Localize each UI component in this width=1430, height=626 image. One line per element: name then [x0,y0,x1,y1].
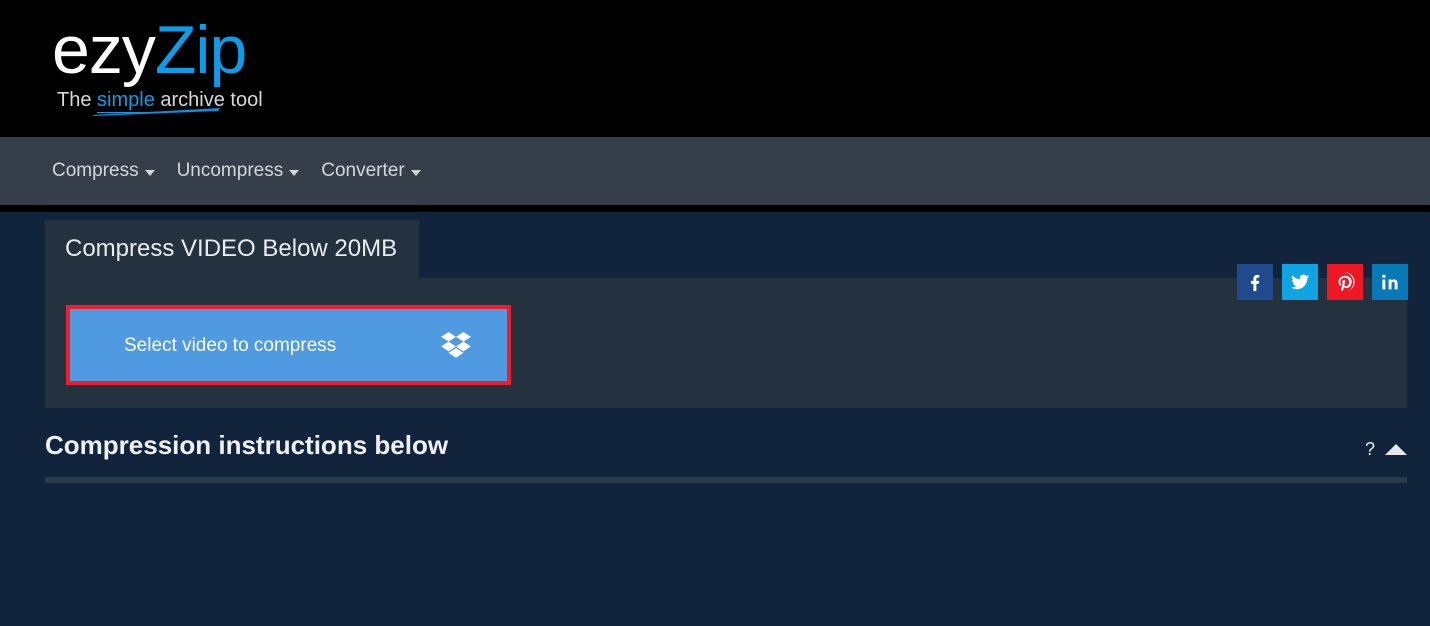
chevron-down-icon [144,169,155,176]
select-video-button-label: Select video to compress [124,334,337,356]
share-pinterest-button[interactable] [1327,264,1363,300]
nav-item-converter[interactable]: Converter [321,160,421,182]
linkedin-icon [1382,274,1398,290]
pinterest-icon [1335,272,1355,293]
nav-item-uncompress[interactable]: Uncompress [177,160,300,182]
tagline-suffix: archive tool [154,89,263,111]
dropbox-icon[interactable] [441,332,471,358]
site-tagline: The simple archive tool [57,88,263,113]
site-logo[interactable]: ezyZip [52,10,247,90]
compress-card: Compress VIDEO Below 20MB Select video t… [45,220,1407,408]
chevron-down-icon [289,169,300,176]
instructions-header: Compression instructions below ? [45,430,1407,461]
main-navbar: Compress Uncompress Converter [0,137,1430,205]
tab-compress-video-label: Compress VIDEO Below 20MB [65,235,398,262]
compress-card-body: Select video to compress [45,278,1407,408]
instructions-controls: ? [1365,440,1407,461]
share-twitter-button[interactable] [1282,264,1318,300]
page-body: Compress VIDEO Below 20MB Select video t… [0,212,1430,626]
tagline-accent: simple [97,89,155,113]
tagline-prefix: The [57,89,98,111]
site-header: ezyZip The simple archive tool [0,0,1430,137]
instructions-title: Compression instructions below [45,430,449,460]
chevron-down-icon [410,169,421,176]
social-share-bar [1237,264,1408,300]
share-linkedin-button[interactable] [1372,264,1408,300]
nav-item-compress[interactable]: Compress [52,160,155,182]
logo-text-primary: ezy [52,12,156,88]
instructions-section: Compression instructions below ? [45,430,1407,483]
tab-compress-video[interactable]: Compress VIDEO Below 20MB [45,220,420,278]
nav-item-uncompress-label: Uncompress [176,160,284,181]
help-icon[interactable]: ? [1365,440,1375,458]
nav-item-converter-label: Converter [321,160,405,181]
facebook-icon [1250,274,1260,292]
instructions-divider [45,477,1407,483]
twitter-icon [1291,274,1310,290]
nav-item-compress-label: Compress [52,160,139,181]
select-video-button[interactable]: Select video to compress [70,309,507,381]
caret-up-icon[interactable] [1385,443,1407,455]
share-facebook-button[interactable] [1237,264,1273,300]
select-video-highlight: Select video to compress [66,305,511,385]
logo-text-accent: Zip [154,12,247,88]
header-divider [0,205,1430,212]
